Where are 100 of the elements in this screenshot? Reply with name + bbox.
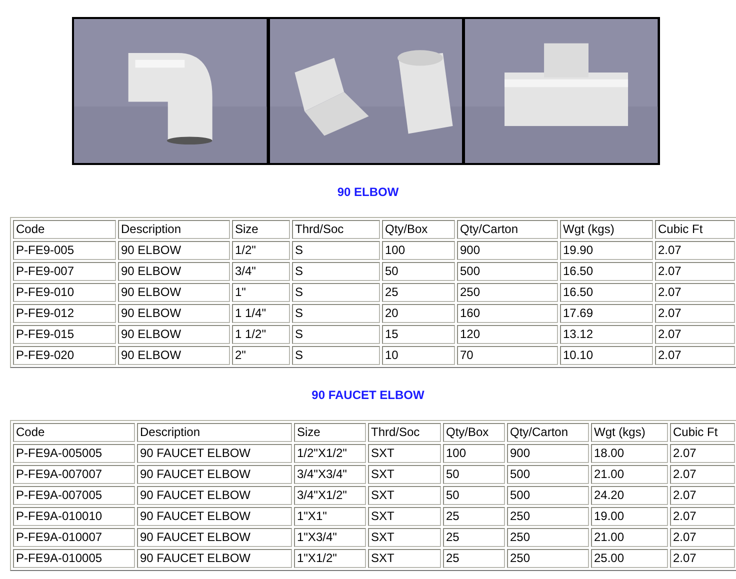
column-header: Qty/Carton	[457, 220, 558, 239]
table-cell: 19.90	[560, 241, 653, 260]
column-header: Cubic Ft	[670, 423, 735, 442]
table-cell: P-FE9-007	[13, 262, 116, 281]
table-cell: 2.07	[670, 507, 735, 526]
table-cell: 1"X1"	[294, 507, 366, 526]
table-cell: 90 FAUCET ELBOW	[137, 465, 292, 484]
table-cell: 1/2"X1/2"	[294, 444, 366, 463]
table-cell: 70	[457, 346, 558, 365]
table-cell: 100	[443, 444, 505, 463]
table-cell: 160	[457, 304, 558, 323]
column-header: Wgt (kgs)	[591, 423, 668, 442]
column-header: Size	[294, 423, 366, 442]
table-cell: P-FE9A-007005	[13, 486, 135, 505]
column-header: Qty/Carton	[507, 423, 589, 442]
table-cell: 21.00	[591, 465, 668, 484]
table-cell: 50	[443, 465, 505, 484]
table-cell: P-FE9A-007007	[13, 465, 135, 484]
column-header: Thrd/Soc	[292, 220, 380, 239]
table-cell: 25	[443, 528, 505, 547]
table-cell: 1 1/4"	[232, 304, 290, 323]
table-cell: SXT	[368, 444, 441, 463]
table-cell: 90 ELBOW	[118, 262, 230, 281]
column-header: Qty/Box	[443, 423, 505, 442]
table-cell: 90 FAUCET ELBOW	[137, 486, 292, 505]
table-cell: 13.12	[560, 325, 653, 344]
table-cell: 2.07	[670, 528, 735, 547]
table-cell: P-FE9A-005005	[13, 444, 135, 463]
table-cell: SXT	[368, 486, 441, 505]
table-cell: 50	[443, 486, 505, 505]
table-cell: 10.10	[560, 346, 653, 365]
table-cell: 90 ELBOW	[118, 325, 230, 344]
column-header: Description	[137, 423, 292, 442]
table-cell: 17.69	[560, 304, 653, 323]
table-cell: S	[292, 325, 380, 344]
table-cell: 50	[382, 262, 455, 281]
table-cell: P-FE9-010	[13, 283, 116, 302]
table-cell: 21.00	[591, 528, 668, 547]
table-cell: S	[292, 304, 380, 323]
table-cell: 500	[507, 465, 589, 484]
table-cell: 19.00	[591, 507, 668, 526]
table-cell: S	[292, 283, 380, 302]
table-cell: 500	[507, 486, 589, 505]
table-cell: 2.07	[670, 444, 735, 463]
table-cell: SXT	[368, 528, 441, 547]
table-cell: 120	[457, 325, 558, 344]
table-cell: 1/2"	[232, 241, 290, 260]
table-cell: 90 ELBOW	[118, 346, 230, 365]
table-cell: 3/4"	[232, 262, 290, 281]
table-cell: P-FE9A-010005	[13, 549, 135, 568]
table-cell: 1 1/2"	[232, 325, 290, 344]
table-cell: 2.07	[655, 304, 735, 323]
table-cell: SXT	[368, 507, 441, 526]
table-cell: 90 FAUCET ELBOW	[137, 507, 292, 526]
table-cell: 90 ELBOW	[118, 283, 230, 302]
table-cell: 2.07	[655, 346, 735, 365]
table-cell: 25	[443, 549, 505, 568]
table-cell: S	[292, 241, 380, 260]
table-cell: 500	[457, 262, 558, 281]
table-cell: 2.07	[670, 465, 735, 484]
table-cell: 3/4"X1/2"	[294, 486, 366, 505]
table-cell: P-FE9-015	[13, 325, 116, 344]
table-cell: P-FE9A-010010	[13, 507, 135, 526]
column-header: Code	[13, 220, 116, 239]
table-cell: 25.00	[591, 549, 668, 568]
column-header: Thrd/Soc	[368, 423, 441, 442]
table-cell: 20	[382, 304, 455, 323]
column-header: Wgt (kgs)	[560, 220, 653, 239]
table-cell: 90 ELBOW	[118, 304, 230, 323]
table-cell: 16.50	[560, 283, 653, 302]
table-cell: 25	[382, 283, 455, 302]
column-header: Cubic Ft	[655, 220, 735, 239]
table-cell: 100	[382, 241, 455, 260]
table-cell: 90 FAUCET ELBOW	[137, 444, 292, 463]
table-cell: SXT	[368, 465, 441, 484]
table-cell: 2.07	[655, 262, 735, 281]
column-header: Description	[118, 220, 230, 239]
table-cell: 250	[507, 528, 589, 547]
table-cell: 900	[507, 444, 589, 463]
table-cell: SXT	[368, 549, 441, 568]
table-cell: 1"X3/4"	[294, 528, 366, 547]
section-title: 90 FAUCET ELBOW	[310, 388, 426, 402]
table-cell: 2.07	[670, 486, 735, 505]
table-cell: 15	[382, 325, 455, 344]
table-cell: 25	[443, 507, 505, 526]
table-cell: S	[292, 346, 380, 365]
table-cell: 18.00	[591, 444, 668, 463]
table-cell: 1"	[232, 283, 290, 302]
table-cell: 2"	[232, 346, 290, 365]
table-cell: 2.07	[670, 549, 735, 568]
table-cell: 1"X1/2"	[294, 549, 366, 568]
table-cell: 250	[457, 283, 558, 302]
table-cell: 900	[457, 241, 558, 260]
table-cell: 2.07	[655, 283, 735, 302]
table-cell: 16.50	[560, 262, 653, 281]
table-cell: 250	[507, 549, 589, 568]
table-cell: 2.07	[655, 241, 735, 260]
table-cell: P-FE9A-010007	[13, 528, 135, 547]
table-cell: P-FE9-020	[13, 346, 116, 365]
table-cell: P-FE9-005	[13, 241, 116, 260]
